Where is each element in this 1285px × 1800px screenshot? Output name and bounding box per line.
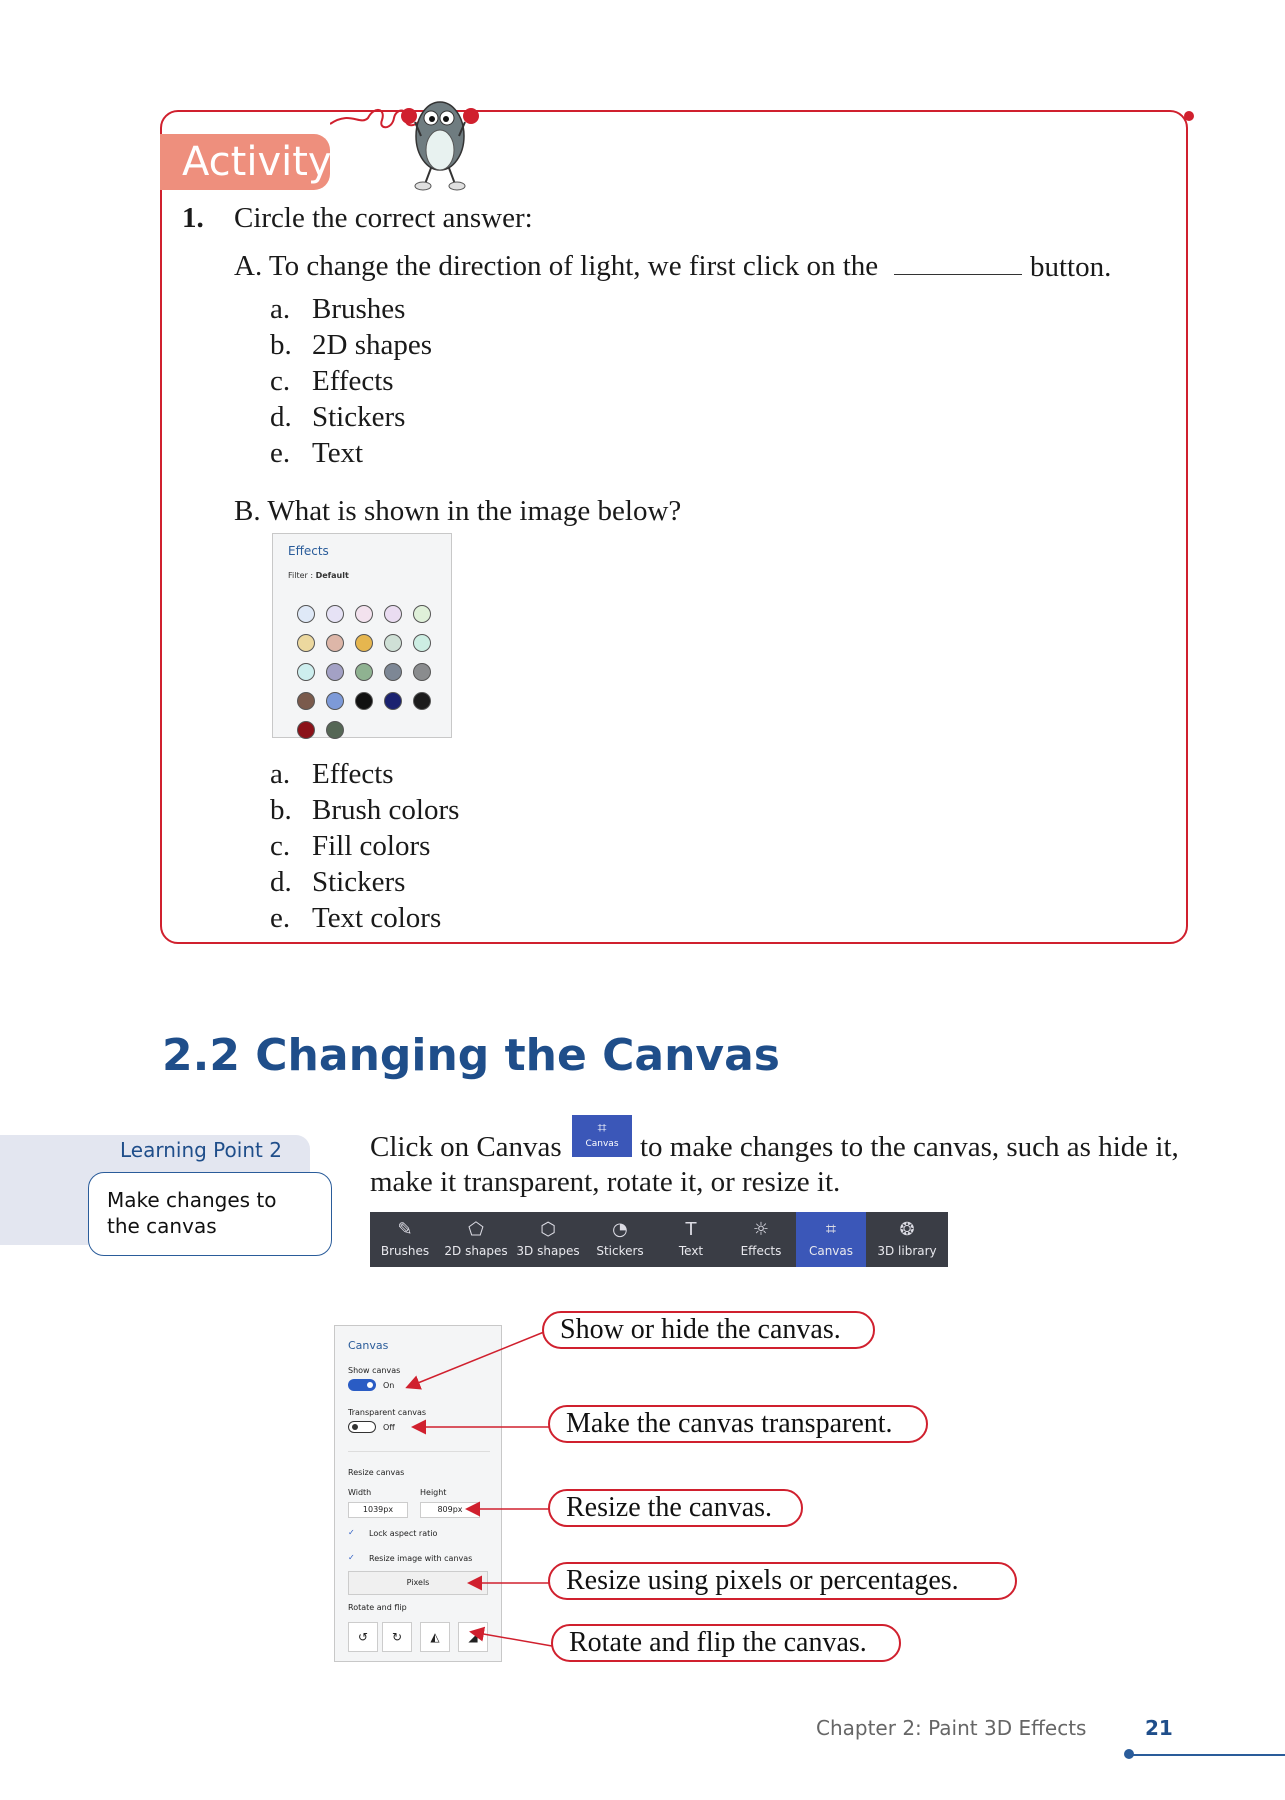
callout-transparent: Make the canvas transparent.: [548, 1405, 928, 1443]
callout-show-hide: Show or hide the canvas.: [542, 1311, 875, 1349]
callout-resize: Resize the canvas.: [548, 1489, 803, 1527]
footer-rule: [1128, 1754, 1285, 1756]
callout-rotate: Rotate and flip the canvas.: [551, 1624, 901, 1662]
page-number: 21: [1145, 1716, 1173, 1740]
callout-arrows: [405, 1331, 553, 1647]
callout-pixels: Resize using pixels or percentages.: [548, 1562, 1017, 1600]
footer-chapter: Chapter 2: Paint 3D Effects: [816, 1716, 1087, 1740]
footer-dot: [1124, 1749, 1134, 1759]
